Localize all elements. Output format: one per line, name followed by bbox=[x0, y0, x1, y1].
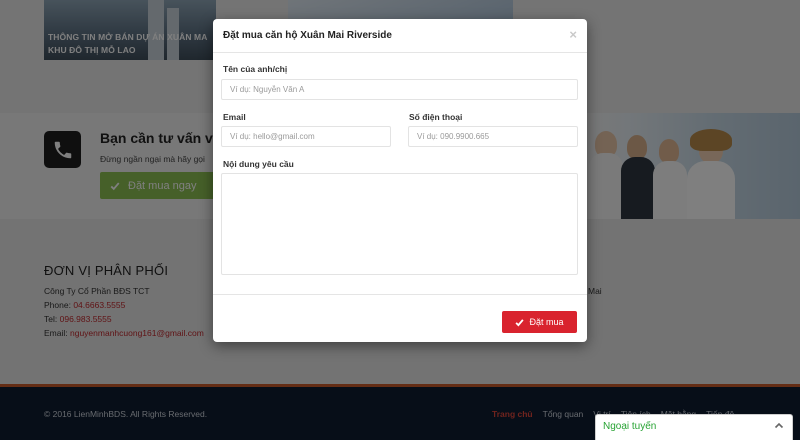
submit-label: Đặt mua bbox=[529, 317, 564, 327]
modal-title: Đặt mua căn hộ Xuân Mai Riverside bbox=[223, 30, 392, 41]
chevron-up-icon[interactable] bbox=[774, 421, 784, 431]
submit-button[interactable]: Đặt mua bbox=[502, 311, 577, 333]
modal-footer: Đặt mua bbox=[213, 294, 587, 342]
name-label: Tên của anh/chị bbox=[223, 64, 288, 74]
name-input[interactable] bbox=[221, 79, 578, 100]
chat-widget[interactable]: Ngoại tuyến bbox=[595, 414, 793, 440]
phone-label: Số điện thoại bbox=[409, 112, 463, 122]
phone-input[interactable] bbox=[408, 126, 578, 147]
message-label: Nội dung yêu cầu bbox=[223, 159, 294, 169]
modal-header: Đặt mua căn hộ Xuân Mai Riverside × bbox=[213, 19, 587, 53]
email-input[interactable] bbox=[221, 126, 391, 147]
email-label: Email bbox=[223, 112, 246, 122]
message-textarea[interactable] bbox=[221, 173, 578, 275]
close-icon[interactable]: × bbox=[569, 27, 577, 42]
chat-status: Ngoại tuyến bbox=[603, 421, 657, 432]
order-modal: Đặt mua căn hộ Xuân Mai Riverside × Tên … bbox=[213, 19, 587, 342]
check-icon bbox=[515, 318, 525, 326]
